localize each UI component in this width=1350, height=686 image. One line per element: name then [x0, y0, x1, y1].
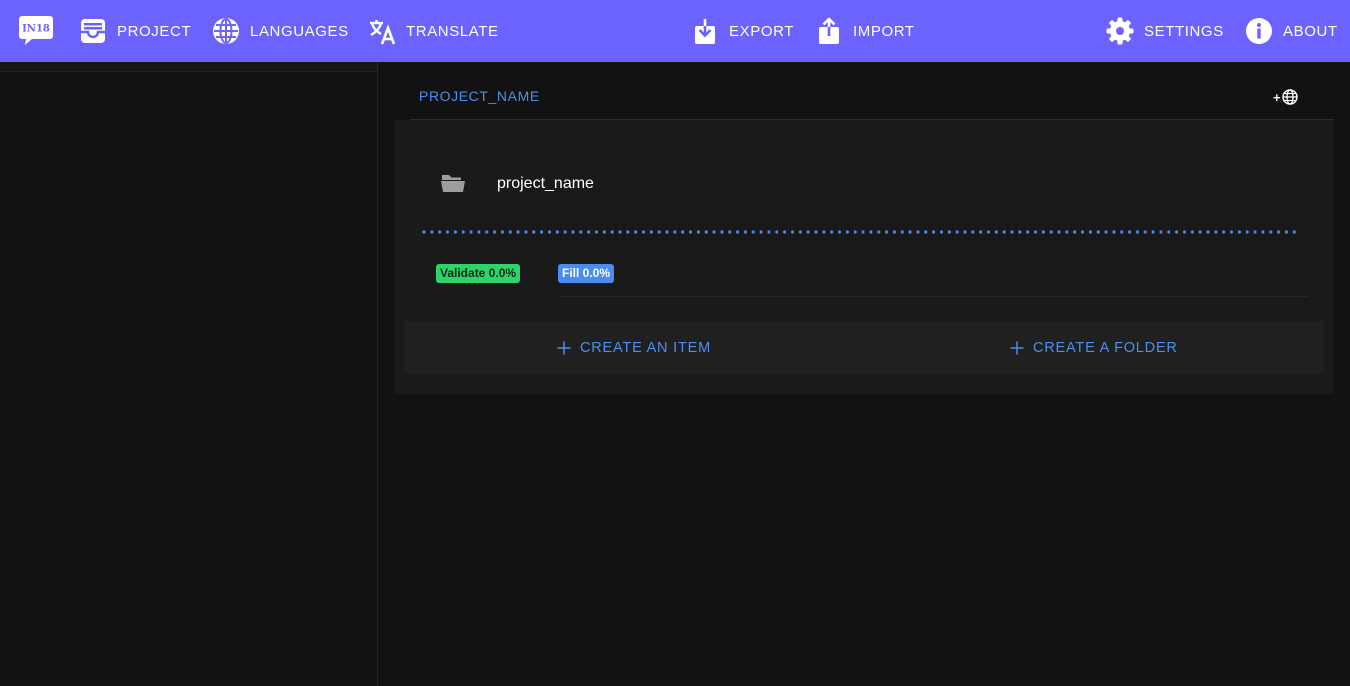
- app-logo[interactable]: IN18: [18, 14, 54, 46]
- create-item-label: CREATE AN ITEM: [580, 340, 711, 356]
- globe-icon: [211, 16, 241, 46]
- nav-import[interactable]: IMPORT: [814, 14, 915, 48]
- sidebar-header-strip: [0, 62, 377, 72]
- breadcrumb: PROJECT_NAME +: [410, 76, 1334, 120]
- nav-about-label: ABOUT: [1283, 22, 1338, 40]
- nav-project[interactable]: PROJECT: [78, 14, 191, 48]
- main-content: PROJECT_NAME + project_name Validate 0.0…: [378, 62, 1350, 686]
- gear-icon: [1105, 16, 1135, 46]
- sidebar-tree-panel: [0, 62, 378, 686]
- top-nav-bar: IN18 PROJECT LANGUAGES TRANSLATE EXPORT …: [0, 0, 1350, 62]
- fill-badge: Fill 0.0%: [558, 264, 615, 283]
- export-download-icon: [690, 16, 720, 46]
- nav-project-label: PROJECT: [117, 22, 192, 40]
- globe-icon: [1281, 89, 1298, 105]
- stats-divider: [558, 296, 1308, 297]
- logo-speech-bubble-icon: IN18: [19, 16, 53, 45]
- info-icon: [1244, 16, 1274, 46]
- folder-card: project_name Validate 0.0% Fill 0.0% CRE…: [394, 120, 1334, 394]
- nav-languages[interactable]: LANGUAGES: [211, 14, 349, 48]
- add-language-button[interactable]: +: [1273, 86, 1303, 108]
- nav-translate-label: TRANSLATE: [406, 22, 499, 40]
- folder-open-icon: [441, 175, 465, 192]
- import-upload-icon: [814, 16, 844, 46]
- plus-icon: [1010, 341, 1024, 355]
- translate-icon: [367, 16, 397, 46]
- validate-badge: Validate 0.0%: [436, 264, 521, 283]
- nav-export[interactable]: EXPORT: [690, 14, 794, 48]
- create-actions-bar: CREATE AN ITEM CREATE A FOLDER: [404, 321, 1324, 374]
- nav-settings-label: SETTINGS: [1144, 22, 1224, 40]
- nav-export-label: EXPORT: [729, 22, 795, 40]
- nav-settings[interactable]: SETTINGS: [1105, 14, 1224, 48]
- nav-translate[interactable]: TRANSLATE: [367, 14, 499, 48]
- nav-languages-label: LANGUAGES: [250, 22, 349, 40]
- plus-icon: [557, 341, 571, 355]
- project-inbox-icon: [78, 16, 108, 46]
- create-item-button[interactable]: CREATE AN ITEM: [556, 337, 711, 359]
- logo-text: IN18: [22, 24, 50, 35]
- folder-name[interactable]: project_name: [497, 175, 594, 193]
- nav-about[interactable]: ABOUT: [1244, 14, 1338, 48]
- nav-import-label: IMPORT: [853, 22, 915, 40]
- dotted-divider: [422, 230, 1298, 234]
- add-language-plus: +: [1273, 89, 1281, 105]
- create-folder-button[interactable]: CREATE A FOLDER: [1009, 337, 1178, 359]
- create-folder-label: CREATE A FOLDER: [1033, 340, 1178, 356]
- breadcrumb-project-link[interactable]: PROJECT_NAME: [419, 88, 540, 104]
